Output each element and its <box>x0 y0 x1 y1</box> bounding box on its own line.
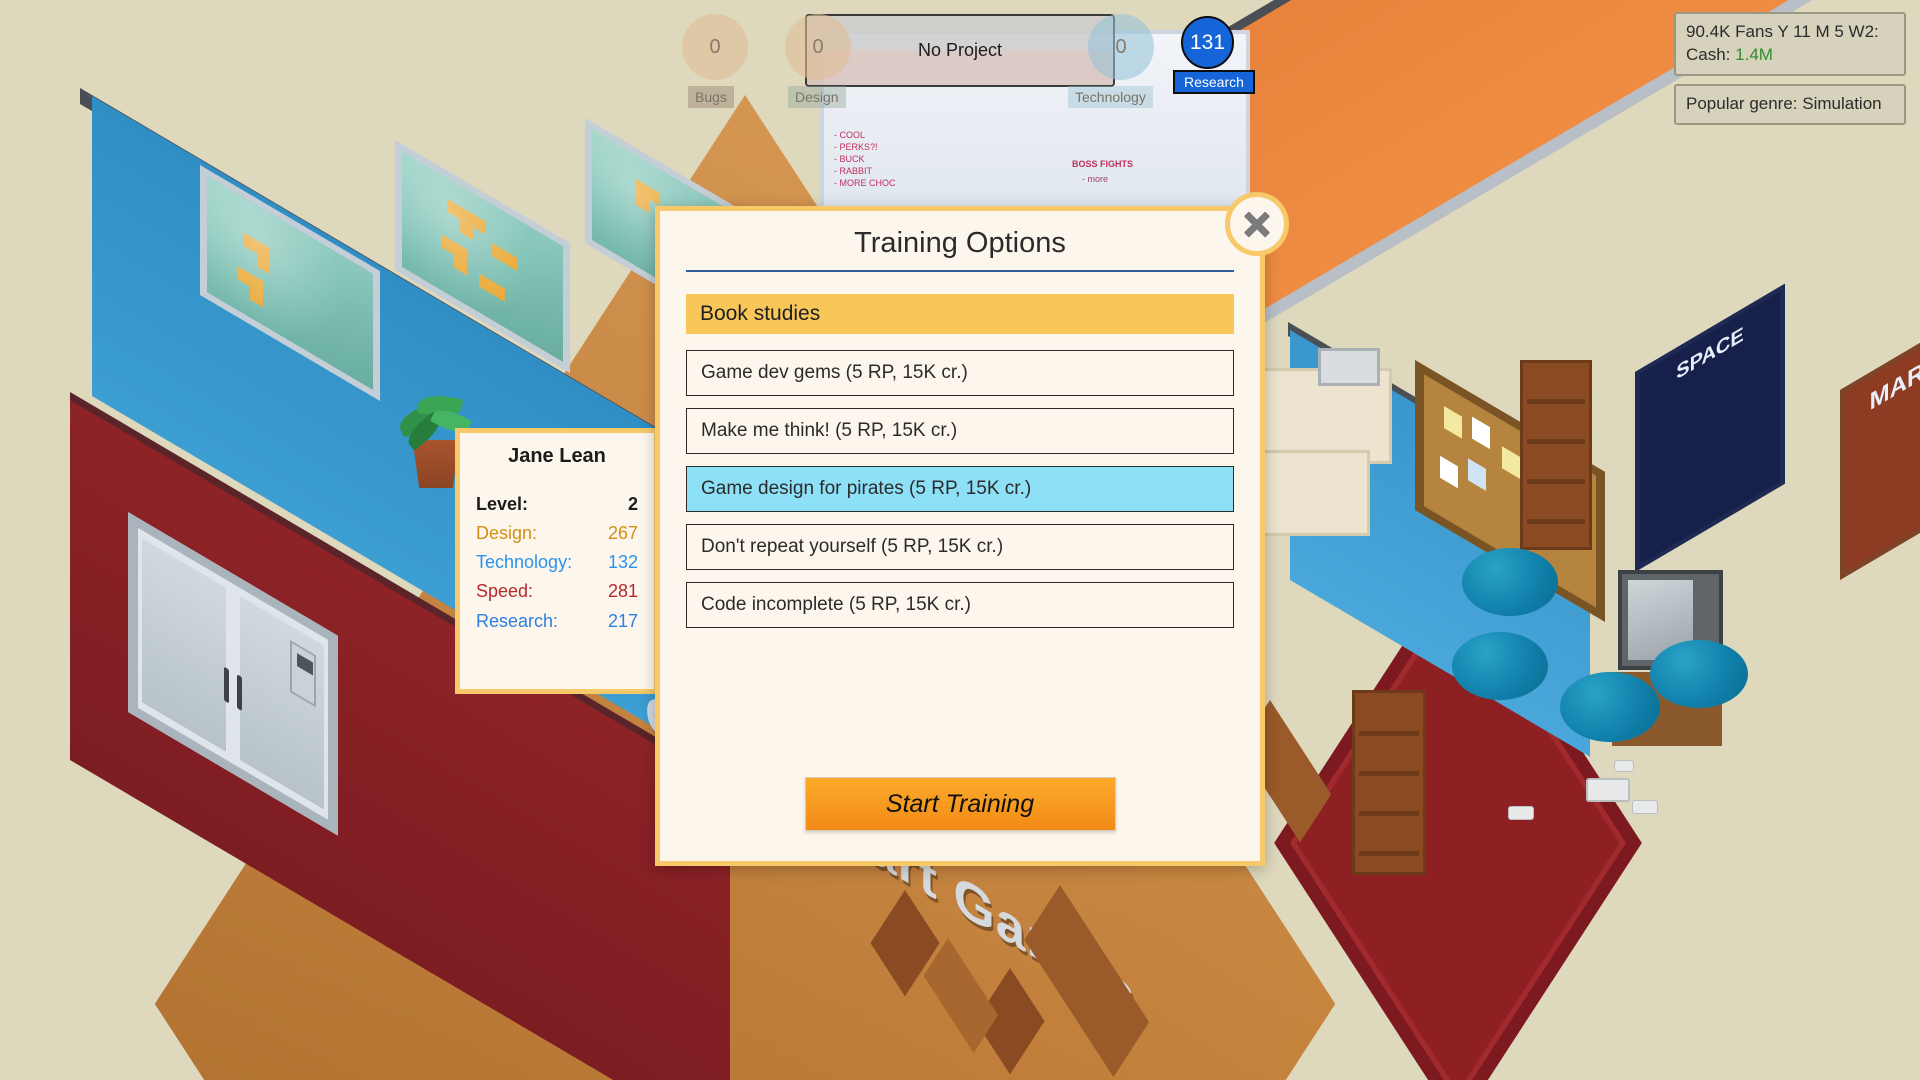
bugs-count: 0 <box>709 35 721 58</box>
training-option[interactable]: Code incomplete (5 RP, 15K cr.) <box>686 582 1234 628</box>
kitchen-sink-unit <box>1250 450 1370 536</box>
beanbag <box>1452 632 1548 700</box>
stat-label: Technology: <box>476 552 573 573</box>
employee-stat-research: Research: 217 <box>476 607 638 636</box>
controller <box>1632 800 1658 814</box>
beanbag <box>1462 548 1558 616</box>
stat-value: 2 <box>627 494 638 514</box>
indicator-design-value: 0 <box>785 14 851 80</box>
game-console <box>1586 778 1630 802</box>
dialog-title: Training Options <box>854 227 1066 259</box>
bookshelf <box>1352 690 1426 875</box>
training-option[interactable]: Game dev gems (5 RP, 15K cr.) <box>686 350 1234 396</box>
beanbag <box>1650 640 1748 708</box>
dialog-footer: Start Training <box>660 777 1260 831</box>
popular-genre-text: Popular genre: Simulation <box>1686 93 1882 113</box>
stats-suffix: : <box>1874 22 1879 41</box>
close-dialog-button[interactable] <box>1225 192 1289 256</box>
indicator-bugs-label: Bugs <box>688 86 734 108</box>
training-option-selected[interactable]: Game design for pirates (5 RP, 15K cr.) <box>686 466 1234 512</box>
indicator-bugs-value: 0 <box>682 14 748 80</box>
employee-name: Jane Lean <box>508 445 606 467</box>
employee-info-card: Jane Lean Level: 2 Design: 267 Technolog… <box>455 428 659 694</box>
research-badge-label: Research <box>1173 70 1255 94</box>
controller <box>1508 806 1534 820</box>
stat-label: Design: <box>476 523 538 544</box>
project-status-text: No Project <box>917 40 1003 60</box>
stats-box[interactable]: 90.4K Fans Y 11 M 5 W2: Cash: 1.4M <box>1674 12 1906 76</box>
employee-stat-design: Design: 267 <box>476 519 638 548</box>
stat-label: Speed: <box>476 581 534 602</box>
poster-title: MARS <box>1869 347 1920 417</box>
poster-mars: MARS <box>1840 313 1920 580</box>
fans-date-text: 90.4K Fans Y 11 M 5 W2 <box>1686 22 1875 41</box>
employee-stat-speed: Speed: 281 <box>476 577 638 606</box>
game-cartridge <box>1614 760 1634 772</box>
research-points-value: 131 <box>1189 30 1226 54</box>
stat-value: 132 <box>607 552 638 573</box>
bookshelf <box>1520 360 1592 550</box>
research-points-badge[interactable]: 131 <box>1181 16 1234 69</box>
poster-title: SPACE <box>1676 322 1744 385</box>
project-status-panel[interactable]: No Project <box>805 14 1115 87</box>
poster-space-commander: SPACE <box>1635 283 1785 572</box>
stat-value: 217 <box>607 610 638 631</box>
indicator-technology-value: 0 <box>1088 14 1154 80</box>
training-option[interactable]: Don't repeat yourself (5 RP, 15K cr.) <box>686 524 1234 570</box>
cash-line: Cash: 1.4M <box>1686 44 1894 67</box>
fans-date-line: 90.4K Fans Y 11 M 5 W2: <box>1686 21 1894 44</box>
category-header-book-studies: Book studies <box>686 294 1234 334</box>
game-screen: Greenheart Games - BUCK - RABBIT - MORE … <box>0 0 1920 1080</box>
employee-stat-technology: Technology: 132 <box>476 548 638 577</box>
cash-label: Cash: <box>1686 44 1736 64</box>
stat-value: 267 <box>607 523 638 544</box>
training-option[interactable]: Make me think! (5 RP, 15K cr.) <box>686 408 1234 454</box>
popular-genre-box[interactable]: Popular genre: Simulation <box>1674 83 1906 125</box>
training-options-dialog: Training Options Book studies Game dev g… <box>655 206 1265 866</box>
start-training-button[interactable]: Start Training <box>804 777 1116 831</box>
employee-stat-level: Level: 2 <box>476 490 638 519</box>
technology-count: 0 <box>1115 35 1127 58</box>
stat-value: 281 <box>607 581 638 602</box>
indicator-design-label: Design <box>788 86 846 108</box>
training-option-list: Game dev gems (5 RP, 15K cr.) Make me th… <box>686 350 1234 628</box>
stat-label: Level: <box>476 494 529 514</box>
indicator-technology-label: Technology <box>1068 86 1153 108</box>
stat-label: Research: <box>476 610 559 631</box>
beanbag <box>1560 672 1660 742</box>
design-count: 0 <box>812 35 824 58</box>
hud-top-right: 90.4K Fans Y 11 M 5 W2: Cash: 1.4M Popul… <box>1674 12 1906 125</box>
microwave <box>1318 348 1380 386</box>
cash-value: 1.4M <box>1735 44 1773 64</box>
title-divider <box>686 270 1234 272</box>
close-icon <box>1240 207 1274 241</box>
